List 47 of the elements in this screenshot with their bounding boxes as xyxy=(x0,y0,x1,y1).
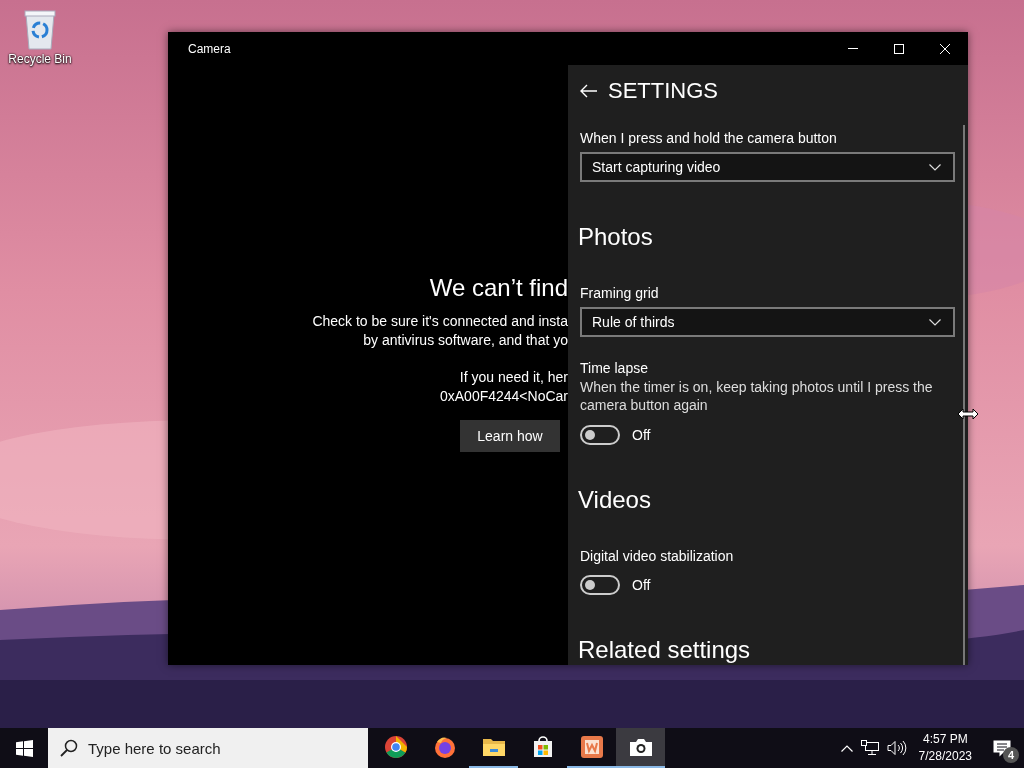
app-tile-icon xyxy=(579,735,604,759)
network-icon xyxy=(860,740,879,756)
notification-count: 4 xyxy=(1003,747,1019,763)
toggle-switch[interactable] xyxy=(580,575,620,595)
speaker-icon xyxy=(886,740,907,756)
setting-label: Framing grid xyxy=(580,284,660,303)
chevron-up-icon xyxy=(840,744,853,752)
color-wheel-icon xyxy=(383,735,408,759)
setting-label: When I press and hold the camera button xyxy=(580,129,838,148)
toggle-state: Off xyxy=(632,577,651,593)
folder-icon xyxy=(481,736,506,758)
dropdown[interactable]: Start capturing video xyxy=(580,152,955,182)
settings-title: SETTINGS xyxy=(608,78,718,104)
toggle-switch[interactable] xyxy=(580,425,620,445)
notifications-button[interactable]: 4 xyxy=(980,728,1024,768)
taskbar-app[interactable] xyxy=(616,728,665,768)
maximize-icon xyxy=(894,43,904,54)
recycle-bin-icon[interactable] xyxy=(22,8,58,50)
section-heading: Videos xyxy=(578,485,652,515)
window-title: Camera xyxy=(188,41,232,56)
camera-icon xyxy=(628,737,653,757)
section-heading: Related settings xyxy=(578,635,752,665)
back-arrow-icon xyxy=(580,84,598,98)
clock[interactable]: 4:57 PM 7/28/2023 xyxy=(910,731,980,765)
error-message-line: by antivirus software, and that yo xyxy=(363,331,568,350)
resize-cursor-icon xyxy=(957,408,979,420)
minimize-icon xyxy=(848,48,858,49)
setting-label: Time lapse xyxy=(580,359,649,378)
error-code-line: 0xA00F4244<NoCar xyxy=(439,387,568,406)
search-icon xyxy=(60,739,78,757)
error-code-line: If you need it, her xyxy=(459,368,568,387)
setting-label: Digital video stabilization xyxy=(580,547,735,566)
setting-description: When the timer is on, keep taking photos until I press the camera button again xyxy=(580,378,934,414)
search-field[interactable]: Type here to search xyxy=(48,728,368,768)
toggle-state: Off xyxy=(632,427,651,443)
chevron-down-icon xyxy=(929,318,941,326)
section-heading: Photos xyxy=(578,222,654,252)
error-heading: We can’t find xyxy=(429,273,568,303)
dropdown[interactable]: Rule of thirds xyxy=(580,307,955,337)
scrollbar[interactable] xyxy=(963,125,965,665)
windows-logo-icon xyxy=(15,739,33,757)
fox-globe-icon xyxy=(432,735,457,759)
learn-how-button[interactable]: Learn how xyxy=(460,420,560,452)
close-icon xyxy=(940,43,950,54)
back-button[interactable] xyxy=(580,84,598,98)
chevron-down-icon xyxy=(929,163,941,171)
error-message-line: Check to be sure it's connected and insta xyxy=(312,312,568,331)
